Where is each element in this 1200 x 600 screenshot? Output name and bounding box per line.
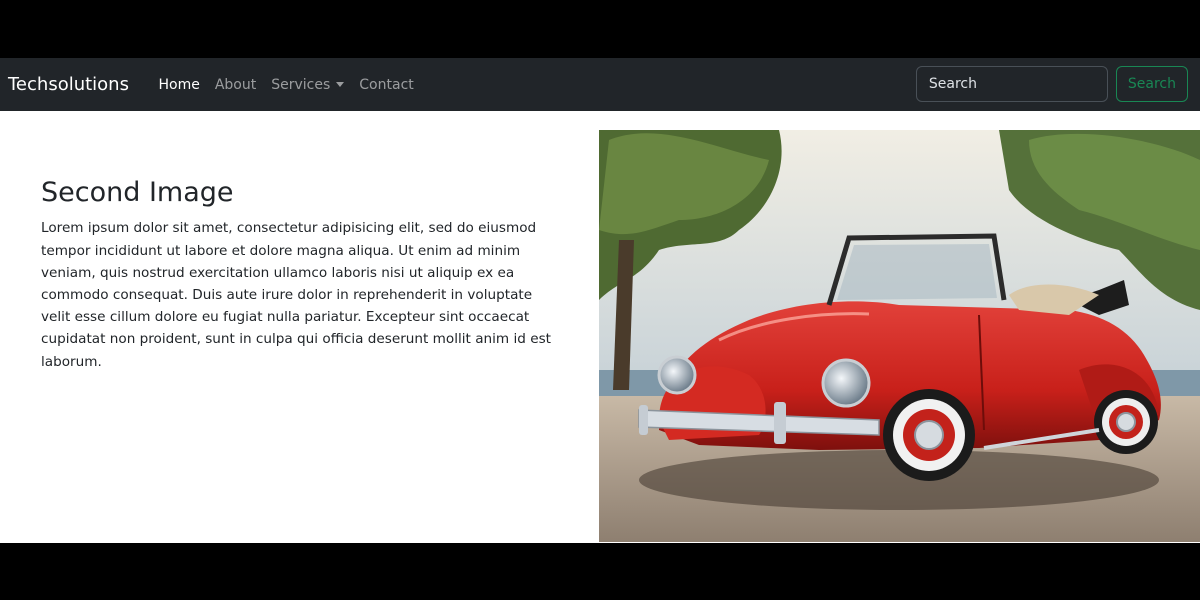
nav-link-services[interactable]: Services (264, 77, 352, 93)
nav-link-services-label: Services (271, 76, 331, 93)
chevron-down-icon (336, 82, 345, 87)
search-input[interactable] (915, 66, 1108, 102)
body-paragraph: Lorem ipsum dolor sit amet, consectetur … (41, 220, 551, 370)
main-content: Second Image Lorem ipsum dolor sit amet,… (0, 111, 1200, 543)
text-column: Second Image Lorem ipsum dolor sit amet,… (41, 177, 561, 373)
navbar: Techsolutions Home About Services Contac… (0, 58, 1200, 111)
nav-link-home[interactable]: Home (151, 77, 207, 93)
page-title: Second Image (41, 177, 234, 208)
car-image (599, 130, 1200, 542)
brand-logo[interactable]: Techsolutions (8, 74, 129, 95)
nav-links: Home About Services Contact (151, 77, 421, 93)
search-button[interactable]: Search (1115, 66, 1188, 102)
search-form: Search (915, 66, 1188, 102)
page-frame: Techsolutions Home About Services Contac… (0, 0, 1200, 600)
red-convertible-car-illustration (599, 130, 1200, 542)
nav-link-about[interactable]: About (207, 77, 263, 93)
nav-link-contact[interactable]: Contact (352, 77, 421, 93)
